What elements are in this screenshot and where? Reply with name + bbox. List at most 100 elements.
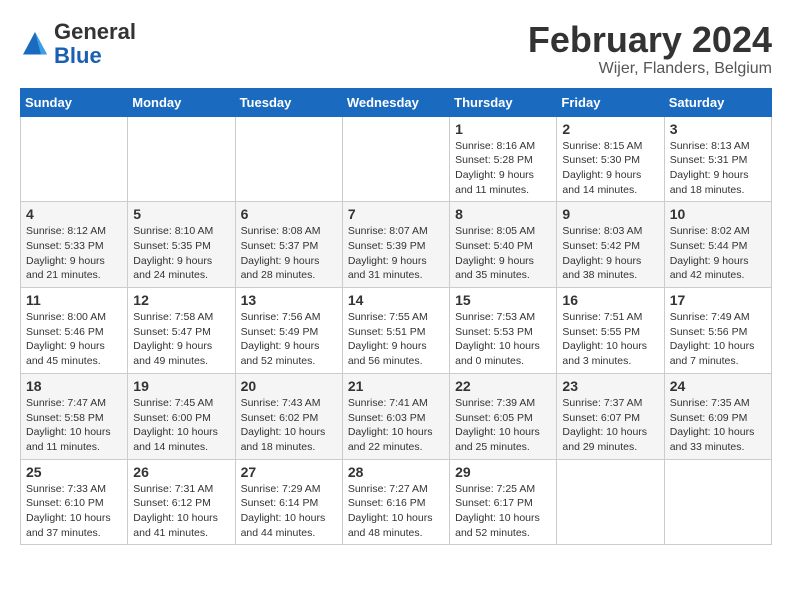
day-info: Sunrise: 7:47 AMSunset: 5:58 PMDaylight:… [26, 396, 122, 455]
day-number: 23 [562, 378, 658, 394]
day-info: Sunrise: 7:31 AMSunset: 6:12 PMDaylight:… [133, 482, 229, 541]
logo: General Blue [20, 20, 136, 68]
day-number: 10 [670, 206, 766, 222]
day-info: Sunrise: 7:41 AMSunset: 6:03 PMDaylight:… [348, 396, 444, 455]
day-info: Sunrise: 7:35 AMSunset: 6:09 PMDaylight:… [670, 396, 766, 455]
day-info: Sunrise: 8:07 AMSunset: 5:39 PMDaylight:… [348, 224, 444, 283]
day-info: Sunrise: 7:51 AMSunset: 5:55 PMDaylight:… [562, 310, 658, 369]
day-number: 13 [241, 292, 337, 308]
day-info: Sunrise: 8:02 AMSunset: 5:44 PMDaylight:… [670, 224, 766, 283]
week-row-4: 25Sunrise: 7:33 AMSunset: 6:10 PMDayligh… [21, 459, 772, 545]
cell-w4-d5 [557, 459, 664, 545]
day-info: Sunrise: 8:12 AMSunset: 5:33 PMDaylight:… [26, 224, 122, 283]
cell-w1-d3: 7 Sunrise: 8:07 AMSunset: 5:39 PMDaylight… [342, 202, 449, 288]
cell-w1-d1: 5 Sunrise: 8:10 AMSunset: 5:35 PMDaylight… [128, 202, 235, 288]
logo-blue: Blue [54, 43, 102, 68]
day-number: 17 [670, 292, 766, 308]
day-info: Sunrise: 8:15 AMSunset: 5:30 PMDaylight:… [562, 139, 658, 198]
calendar-table: Sunday Monday Tuesday Wednesday Thursday… [20, 88, 772, 546]
col-thursday: Thursday [450, 88, 557, 116]
day-number: 22 [455, 378, 551, 394]
cell-w0-d5: 2 Sunrise: 8:15 AMSunset: 5:30 PMDaylight… [557, 116, 664, 202]
day-info: Sunrise: 7:27 AMSunset: 6:16 PMDaylight:… [348, 482, 444, 541]
cell-w0-d4: 1Sunrise: 8:16 AMSunset: 5:28 PMDaylight… [450, 116, 557, 202]
day-info: Sunrise: 7:25 AMSunset: 6:17 PMDaylight:… [455, 482, 551, 541]
month-title: February 2024 [528, 20, 772, 60]
cell-w1-d2: 6Sunrise: 8:08 AMSunset: 5:37 PMDaylight… [235, 202, 342, 288]
header-row: Sunday Monday Tuesday Wednesday Thursday… [21, 88, 772, 116]
day-info: Sunrise: 7:58 AMSunset: 5:47 PMDaylight:… [133, 310, 229, 369]
day-info: Sunrise: 7:49 AMSunset: 5:56 PMDaylight:… [670, 310, 766, 369]
day-number: 6 [241, 206, 337, 222]
week-row-3: 18 Sunrise: 7:47 AMSunset: 5:58 PMDayligh… [21, 373, 772, 459]
day-number: 4 [26, 206, 122, 222]
cell-w2-d2: 13 Sunrise: 7:56 AMSunset: 5:49 PMDayligh… [235, 288, 342, 374]
cell-w4-d3: 28 Sunrise: 7:27 AMSunset: 6:16 PMDayligh… [342, 459, 449, 545]
cell-w3-d1: 19Sunrise: 7:45 AMSunset: 6:00 PMDayligh… [128, 373, 235, 459]
day-info: Sunrise: 8:00 AMSunset: 5:46 PMDaylight:… [26, 310, 122, 369]
cell-w3-d4: 22 Sunrise: 7:39 AMSunset: 6:05 PMDayligh… [450, 373, 557, 459]
logo-general: General [54, 19, 136, 44]
day-number: 18 [26, 378, 122, 394]
week-row-1: 4 Sunrise: 8:12 AMSunset: 5:33 PMDaylight… [21, 202, 772, 288]
cell-w3-d5: 23 Sunrise: 7:37 AMSunset: 6:07 PMDayligh… [557, 373, 664, 459]
day-info: Sunrise: 7:56 AMSunset: 5:49 PMDaylight:… [241, 310, 337, 369]
cell-w0-d3 [342, 116, 449, 202]
col-sunday: Sunday [21, 88, 128, 116]
day-number: 29 [455, 464, 551, 480]
cell-w3-d6: 24 Sunrise: 7:35 AMSunset: 6:09 PMDayligh… [664, 373, 771, 459]
cell-w0-d1 [128, 116, 235, 202]
day-info: Sunrise: 8:10 AMSunset: 5:35 PMDaylight:… [133, 224, 229, 283]
day-info: Sunrise: 7:29 AMSunset: 6:14 PMDaylight:… [241, 482, 337, 541]
day-number: 5 [133, 206, 229, 222]
cell-w2-d1: 12 Sunrise: 7:58 AMSunset: 5:47 PMDayligh… [128, 288, 235, 374]
cell-w1-d0: 4 Sunrise: 8:12 AMSunset: 5:33 PMDaylight… [21, 202, 128, 288]
col-saturday: Saturday [664, 88, 771, 116]
day-number: 28 [348, 464, 444, 480]
cell-w2-d4: 15 Sunrise: 7:53 AMSunset: 5:53 PMDayligh… [450, 288, 557, 374]
day-info: Sunrise: 7:39 AMSunset: 6:05 PMDaylight:… [455, 396, 551, 455]
cell-w0-d0 [21, 116, 128, 202]
day-number: 2 [562, 121, 658, 137]
cell-w4-d6 [664, 459, 771, 545]
day-number: 27 [241, 464, 337, 480]
day-number: 7 [348, 206, 444, 222]
day-number: 26 [133, 464, 229, 480]
col-wednesday: Wednesday [342, 88, 449, 116]
calendar-header: Sunday Monday Tuesday Wednesday Thursday… [21, 88, 772, 116]
col-monday: Monday [128, 88, 235, 116]
page-header: General Blue February 2024 Wijer, Flande… [20, 20, 772, 78]
day-info: Sunrise: 7:37 AMSunset: 6:07 PMDaylight:… [562, 396, 658, 455]
cell-w1-d5: 9Sunrise: 8:03 AMSunset: 5:42 PMDaylight… [557, 202, 664, 288]
day-info: Sunrise: 7:43 AMSunset: 6:02 PMDaylight:… [241, 396, 337, 455]
day-number: 12 [133, 292, 229, 308]
day-number: 1 [455, 121, 551, 137]
cell-w3-d3: 21Sunrise: 7:41 AMSunset: 6:03 PMDayligh… [342, 373, 449, 459]
cell-w0-d2 [235, 116, 342, 202]
cell-w3-d2: 20Sunrise: 7:43 AMSunset: 6:02 PMDayligh… [235, 373, 342, 459]
week-row-0: 1Sunrise: 8:16 AMSunset: 5:28 PMDaylight… [21, 116, 772, 202]
day-info: Sunrise: 7:53 AMSunset: 5:53 PMDaylight:… [455, 310, 551, 369]
cell-w2-d5: 16 Sunrise: 7:51 AMSunset: 5:55 PMDayligh… [557, 288, 664, 374]
cell-w2-d0: 11 Sunrise: 8:00 AMSunset: 5:46 PMDayligh… [21, 288, 128, 374]
cell-w4-d2: 27 Sunrise: 7:29 AMSunset: 6:14 PMDayligh… [235, 459, 342, 545]
title-block: February 2024 Wijer, Flanders, Belgium [528, 20, 772, 78]
calendar-body: 1Sunrise: 8:16 AMSunset: 5:28 PMDaylight… [21, 116, 772, 545]
day-number: 8 [455, 206, 551, 222]
cell-w2-d3: 14Sunrise: 7:55 AMSunset: 5:51 PMDayligh… [342, 288, 449, 374]
day-number: 9 [562, 206, 658, 222]
day-number: 16 [562, 292, 658, 308]
day-number: 24 [670, 378, 766, 394]
cell-w4-d4: 29 Sunrise: 7:25 AMSunset: 6:17 PMDayligh… [450, 459, 557, 545]
day-info: Sunrise: 8:13 AMSunset: 5:31 PMDaylight:… [670, 139, 766, 198]
cell-w1-d6: 10 Sunrise: 8:02 AMSunset: 5:44 PMDayligh… [664, 202, 771, 288]
cell-w3-d0: 18 Sunrise: 7:47 AMSunset: 5:58 PMDayligh… [21, 373, 128, 459]
cell-w0-d6: 3Sunrise: 8:13 AMSunset: 5:31 PMDaylight… [664, 116, 771, 202]
day-number: 25 [26, 464, 122, 480]
day-number: 11 [26, 292, 122, 308]
day-number: 14 [348, 292, 444, 308]
cell-w2-d6: 17 Sunrise: 7:49 AMSunset: 5:56 PMDayligh… [664, 288, 771, 374]
cell-w4-d1: 26 Sunrise: 7:31 AMSunset: 6:12 PMDayligh… [128, 459, 235, 545]
day-info: Sunrise: 7:45 AMSunset: 6:00 PMDaylight:… [133, 396, 229, 455]
day-number: 15 [455, 292, 551, 308]
